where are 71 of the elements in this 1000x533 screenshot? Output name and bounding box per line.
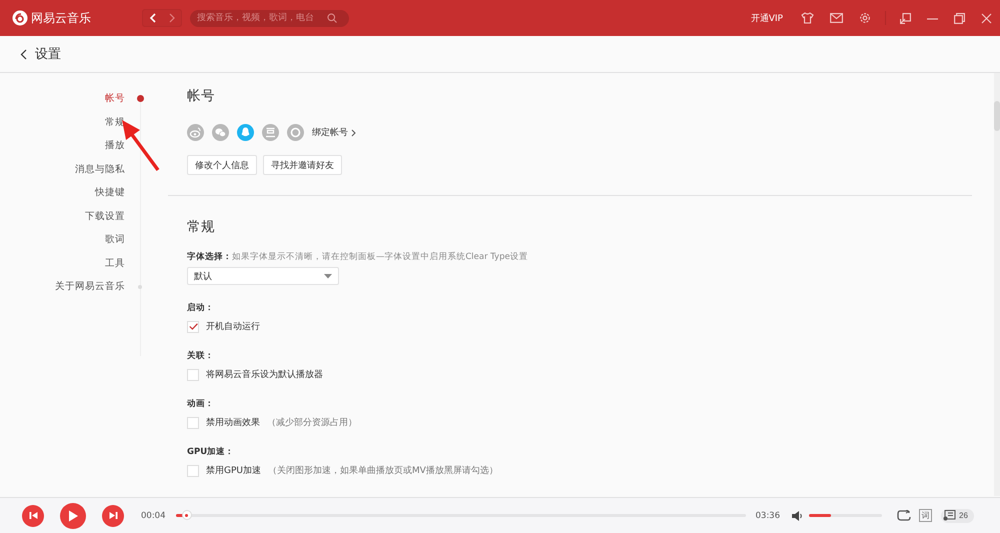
option-label: GPU加速： — [187, 446, 236, 458]
settings-nav-item[interactable]: 播放 — [105, 139, 125, 152]
check-icon — [188, 323, 198, 330]
previous-icon — [28, 511, 38, 520]
back-icon — [148, 13, 156, 23]
lyrics-button[interactable]: 词 — [919, 509, 932, 522]
option-text: 将网易云音乐设为默认播放器 — [206, 368, 323, 381]
checkbox[interactable] — [187, 320, 199, 332]
section-title: 常规 — [187, 218, 216, 236]
profile-button[interactable]: 寻找并邀请好友 — [263, 155, 342, 175]
search-icon — [327, 13, 337, 23]
forward-icon — [168, 13, 176, 23]
duration-time: 03:36 — [756, 510, 780, 520]
option-label: 关联： — [187, 350, 215, 362]
mini-mode-icon[interactable] — [900, 12, 911, 24]
play-icon — [68, 510, 78, 522]
previous-button[interactable] — [22, 504, 44, 526]
repeat-icon[interactable] — [897, 510, 911, 521]
option-note: （减少部分资源占用） — [267, 416, 357, 429]
option-label: 动画： — [187, 398, 215, 410]
active-dot — [137, 95, 144, 102]
page-title: 设置 — [35, 46, 61, 63]
qq-icon[interactable] — [237, 124, 254, 141]
vip-link[interactable]: 开通VIP — [750, 12, 783, 24]
option-note: （关闭图形加速，如果单曲播放页或MV播放黑屏请勾选） — [268, 464, 498, 477]
settings-nav-item[interactable]: 歌词 — [105, 233, 125, 246]
play-button[interactable] — [60, 502, 86, 528]
back-icon[interactable] — [20, 48, 27, 60]
elapsed-time: 00:04 — [141, 510, 166, 520]
bind-account-link[interactable]: 绑定帐号 — [312, 126, 348, 139]
profile-button[interactable]: 修改个人信息 — [187, 155, 257, 175]
mail-icon[interactable] — [830, 13, 843, 23]
close-icon[interactable] — [981, 12, 992, 24]
slider-thumb[interactable] — [182, 510, 192, 520]
playlist-button[interactable]: 26 — [941, 508, 974, 522]
playlist-count: 26 — [959, 511, 968, 520]
scrollbar-thumb[interactable] — [994, 101, 1000, 131]
section-title: 帐号 — [187, 87, 216, 105]
next-button[interactable] — [102, 504, 124, 526]
option-label: 启动： — [187, 302, 215, 314]
option-text: 禁用GPU加速 — [206, 464, 261, 477]
yixin-icon[interactable] — [287, 124, 304, 141]
font-label: 字体选择： — [187, 252, 232, 262]
weibo-icon[interactable] — [187, 124, 204, 141]
dropdown-value: 默认 — [194, 270, 212, 282]
font-dropdown[interactable]: 默认 — [187, 267, 339, 285]
checkbox[interactable] — [187, 416, 199, 428]
next-icon — [108, 511, 118, 520]
settings-nav-item[interactable]: 帐号 — [105, 92, 125, 106]
option-text: 禁用动画效果 — [206, 416, 260, 429]
settings-nav-item[interactable]: 消息与隐私 — [75, 162, 125, 176]
douban-icon[interactable] — [262, 124, 279, 141]
playlist-icon — [943, 510, 956, 521]
font-hint: 如果字体显示不清晰，请在控制面板—字体设置中启用系统Clear Type设置 — [232, 252, 528, 262]
chevron-icon — [351, 128, 356, 136]
logo-icon — [12, 10, 28, 26]
settings-nav-item[interactable]: 关于网易云音乐 — [55, 280, 125, 294]
checkbox[interactable] — [187, 464, 199, 476]
option-text: 开机自动运行 — [206, 320, 260, 333]
settings-nav-item[interactable]: 快捷键 — [95, 186, 125, 200]
checkbox[interactable] — [187, 368, 199, 380]
volume-slider[interactable] — [809, 514, 882, 517]
settings-nav-item[interactable]: 下载设置 — [85, 210, 125, 223]
shirt-icon[interactable] — [801, 12, 814, 24]
settings-nav-item[interactable]: 工具 — [105, 256, 125, 270]
settings-icon[interactable] — [859, 12, 871, 24]
volume-icon[interactable] — [792, 510, 804, 520]
caret-icon — [324, 274, 332, 278]
app-logo-text: 网易云音乐 — [31, 10, 91, 26]
maximize-icon[interactable] — [954, 12, 965, 24]
wechat-icon[interactable] — [212, 124, 229, 141]
